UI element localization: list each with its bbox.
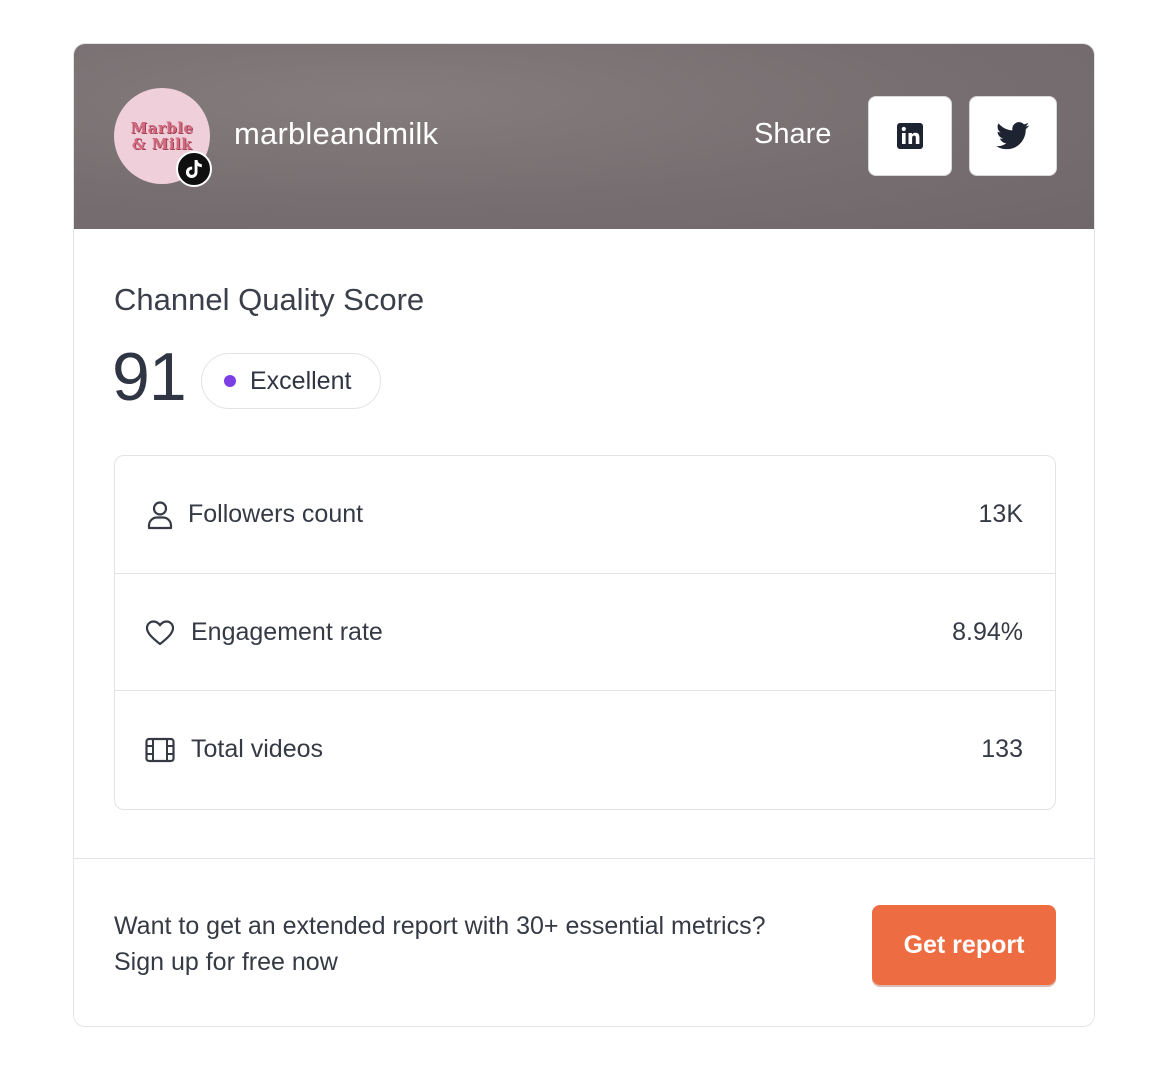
score-value: 91 [112,339,187,415]
profile-header: Marble & Milk marbleandmilk Share [74,44,1094,229]
share-linkedin-button[interactable] [868,96,952,176]
metric-row-followers: Followers count 13K [115,456,1055,573]
metric-row-videos: Total videos 133 [115,690,1055,808]
metric-row-engagement: Engagement rate 8.94% [115,573,1055,691]
heart-icon [145,618,175,648]
channel-report-card: Marble & Milk marbleandmilk Share Channe… [73,43,1095,1027]
share-twitter-button[interactable] [969,96,1057,176]
user-icon [145,500,175,530]
metric-value: 13K [978,500,1023,528]
cta-line-1: Want to get an extended report with 30+ … [114,912,766,940]
metric-value: 133 [981,735,1023,763]
twitter-icon [996,122,1030,150]
cta-message: Want to get an extended report with 30+ … [114,908,854,980]
status-label: Excellent [250,366,352,395]
avatar-logo-line-1: Marble [130,119,194,137]
metric-value: 8.94% [952,618,1023,646]
avatar-logo-line-2: & Milk [131,135,193,153]
channel-username: marbleandmilk [234,116,439,151]
tiktok-icon [176,151,212,187]
cta-line-2: Sign up for free now [114,948,338,976]
metric-label: Total videos [191,735,324,763]
status-badge: Excellent [201,353,381,409]
status-dot [224,375,236,387]
metric-label: Followers count [188,500,364,528]
film-icon [145,735,175,765]
metric-label: Engagement rate [191,618,383,646]
footer-divider [74,858,1094,859]
linkedin-icon [897,123,923,149]
score-title: Channel Quality Score [114,282,425,317]
get-report-button[interactable]: Get report [872,905,1056,985]
share-label: Share [754,118,832,150]
metrics-table: Followers count 13K Engagement rate 8.94… [114,455,1056,810]
